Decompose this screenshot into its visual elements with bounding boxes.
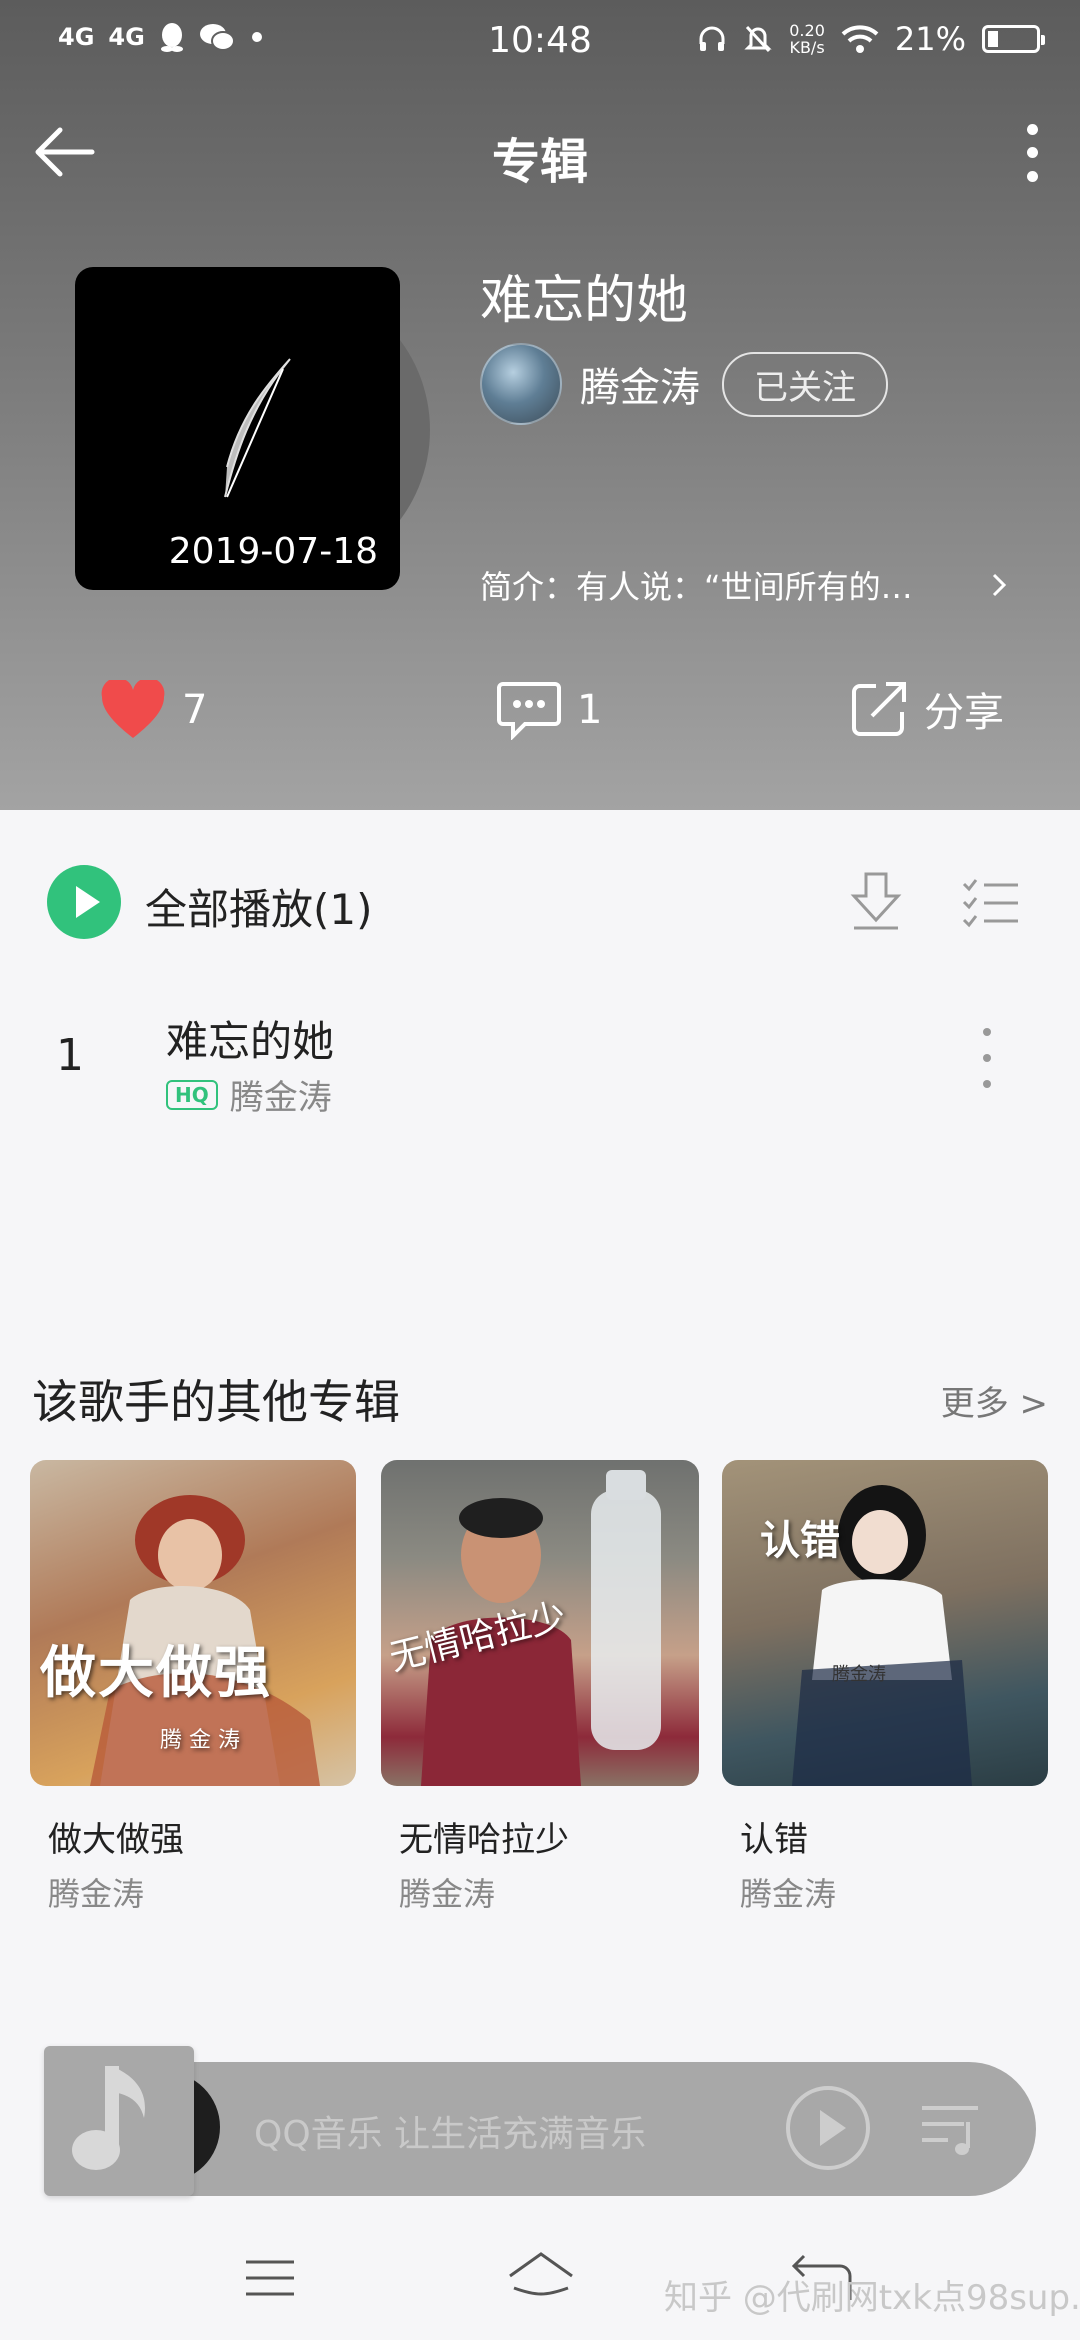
- album-title: 难忘的她: [480, 271, 689, 331]
- song-meta: HQ 腾金涛: [166, 1070, 332, 1119]
- artist-row: 腾金涛 已关注: [480, 343, 888, 425]
- multi-select-icon[interactable]: [962, 876, 1020, 928]
- album-card-cover: 认错 腾金涛: [722, 1460, 1048, 1786]
- comment-icon: [497, 682, 561, 740]
- share-icon: [852, 682, 906, 736]
- album-card-cover: 无情哈拉少: [381, 1460, 699, 1786]
- album-card-name: 做大做强: [48, 1820, 184, 1860]
- play-all-label[interactable]: 全部播放(1): [145, 876, 373, 937]
- album-card[interactable]: 无情哈拉少 无情哈拉少 腾金涛: [381, 1460, 699, 1915]
- wifi-icon: [841, 25, 879, 53]
- playlist-icon[interactable]: [920, 2100, 982, 2158]
- comment-button[interactable]: 1: [497, 680, 602, 740]
- more-link[interactable]: 更多 >: [941, 1376, 1048, 1425]
- headphones-icon: [699, 26, 725, 51]
- album-card[interactable]: 做大做强 腾 金 涛 做大做强 腾金涛: [30, 1460, 356, 1915]
- mute-bell-icon: [744, 25, 772, 53]
- album-card-name: 无情哈拉少: [399, 1820, 569, 1860]
- song-row[interactable]: 1 难忘的她 HQ 腾金涛: [0, 990, 1080, 1130]
- album-card-cover-sub: 腾金涛: [832, 1664, 886, 1685]
- music-note-icon: [72, 2066, 145, 2170]
- hq-badge: HQ: [166, 1079, 218, 1110]
- watermark: 知乎 @代刷网txk点98sup...: [664, 2278, 1080, 2318]
- album-card-cover-text: 认错: [760, 1518, 840, 1564]
- battery-percent: 21%: [894, 20, 966, 58]
- song-index: 1: [56, 1030, 84, 1081]
- intro-text: 简介：有人说：“世间所有的…: [480, 568, 913, 606]
- comment-count: 1: [577, 687, 603, 733]
- like-count: 7: [182, 687, 208, 733]
- album-intro[interactable]: 简介：有人说：“世间所有的…: [480, 562, 1020, 608]
- mini-player-art[interactable]: [44, 2046, 194, 2196]
- menu-icon[interactable]: [244, 2258, 296, 2298]
- mini-player-play-icon[interactable]: [786, 2086, 870, 2170]
- mini-player-text: QQ音乐 让生活充满音乐: [254, 2114, 647, 2155]
- play-all-icon[interactable]: [47, 865, 121, 939]
- status-right: 0.20 KB/s 21%: [697, 20, 1045, 58]
- artist-avatar[interactable]: [480, 343, 562, 425]
- album-card-artist: 腾金涛: [399, 1875, 496, 1913]
- chevron-right-icon: [992, 573, 1007, 597]
- song-artist: 腾金涛: [229, 1078, 332, 1118]
- album-card[interactable]: 认错 腾金涛 认错 腾金涛: [722, 1460, 1048, 1915]
- play-all-row: 全部播放(1): [0, 810, 1080, 990]
- album-header: 4G 4G 10:48 0.20 KB/s 21% 专辑 2019-07-18: [0, 0, 1080, 810]
- page-title: 专辑: [491, 134, 588, 190]
- album-card-cover: 做大做强 腾 金 涛: [30, 1460, 356, 1786]
- other-albums-title: 该歌手的其他专辑: [32, 1375, 400, 1429]
- speed-value: 0.20: [789, 21, 825, 40]
- release-date: 2019-07-18: [168, 531, 378, 572]
- home-icon[interactable]: [506, 2250, 576, 2306]
- more-menu-icon[interactable]: [1012, 118, 1052, 188]
- download-icon[interactable]: [848, 870, 904, 932]
- album-card-artist: 腾金涛: [48, 1875, 145, 1913]
- heart-icon: [101, 680, 165, 738]
- other-albums-list: 做大做强 腾 金 涛 做大做强 腾金涛 无情哈拉少 无情哈拉少 腾金涛 认错 腾…: [0, 1460, 1080, 1920]
- status-bar: 4G 4G 10:48 0.20 KB/s 21%: [0, 0, 1080, 84]
- feather-icon: [224, 358, 291, 498]
- song-more-icon[interactable]: [977, 1028, 997, 1088]
- song-title: 难忘的她: [166, 1017, 335, 1066]
- album-card-cover-text: 做大做强: [40, 1641, 272, 1706]
- share-button[interactable]: 分享: [850, 680, 1004, 738]
- share-label: 分享: [924, 690, 1004, 736]
- battery-icon: [982, 25, 1045, 53]
- network-speed: 0.20 KB/s: [789, 22, 825, 56]
- artist-name[interactable]: 腾金涛: [580, 355, 700, 413]
- follow-button[interactable]: 已关注: [722, 351, 888, 417]
- album-card-name: 认错: [740, 1820, 808, 1860]
- like-button[interactable]: 7: [100, 680, 207, 740]
- album-card-artist: 腾金涛: [740, 1875, 837, 1913]
- album-card-cover-sub: 腾 金 涛: [160, 1728, 240, 1753]
- album-cover[interactable]: 2019-07-18: [75, 267, 400, 590]
- speed-unit: KB/s: [789, 38, 825, 57]
